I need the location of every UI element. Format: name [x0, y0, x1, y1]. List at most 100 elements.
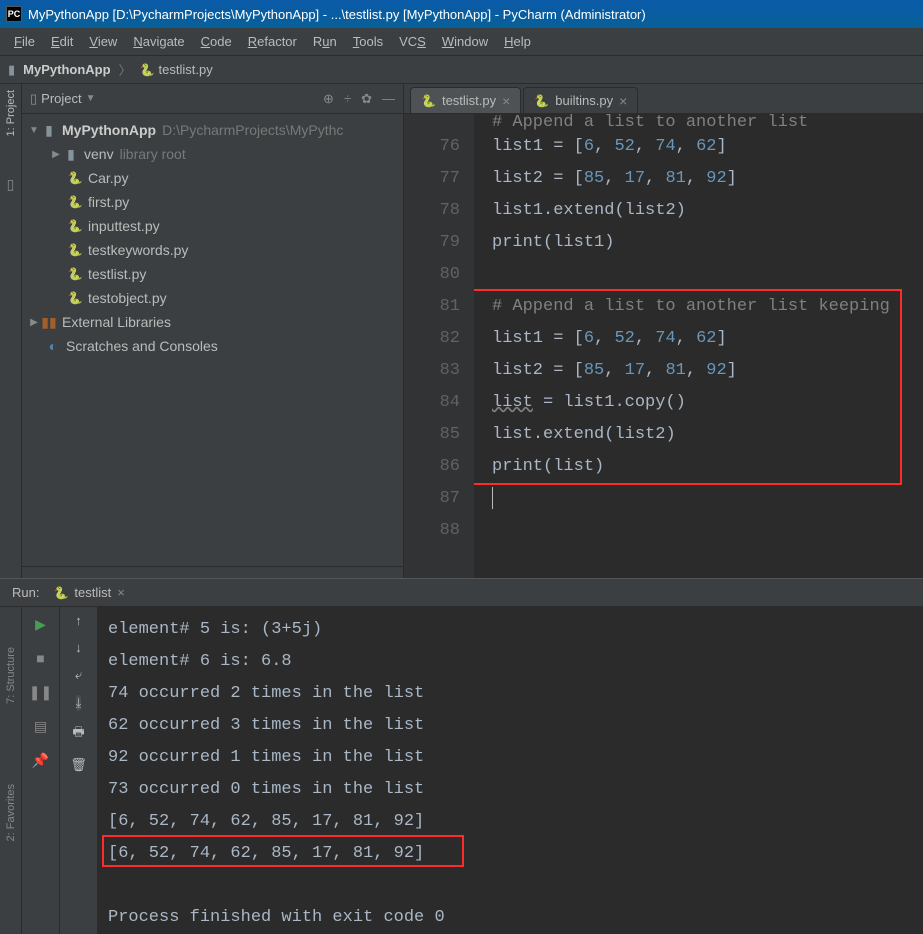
scratch-icon: ◐	[44, 338, 62, 354]
print-icon[interactable]: 🖶	[72, 723, 84, 745]
editor-tab-testlist[interactable]: 🐍 testlist.py ×	[410, 87, 521, 113]
project-view-title[interactable]: Project	[41, 91, 81, 106]
python-file-icon: 🐍	[66, 243, 84, 257]
console-line: 73 occurred 0 times in the list	[108, 773, 923, 805]
tree-root[interactable]: ▼ ▮ MyPythonApp D:\PycharmProjects\MyPyt…	[22, 118, 403, 142]
tree-file-label: first.py	[88, 194, 129, 210]
menu-navigate[interactable]: Navigate	[125, 30, 192, 53]
python-file-icon: 🐍	[66, 219, 84, 233]
chevron-right-icon[interactable]: ▶	[50, 149, 62, 160]
breadcrumb: ▮ MyPythonApp 〉 🐍 testlist.py	[0, 56, 923, 84]
console[interactable]: element# 5 is: (3+5j) element# 6 is: 6.8…	[98, 607, 923, 934]
tree-file[interactable]: 🐍testobject.py	[22, 286, 403, 310]
tree-file[interactable]: 🐍Car.py	[22, 166, 403, 190]
tree-venv[interactable]: ▶ ▮ venv library root	[22, 142, 403, 166]
left-toolwindow-tabs-bottom: 7: Structure 2: Favorites	[0, 607, 22, 934]
console-line: 62 occurred 3 times in the list	[108, 709, 923, 741]
pin-icon[interactable]: 📌	[30, 749, 52, 771]
tree-file-label: testkeywords.py	[88, 242, 188, 258]
folder-icon: ▮	[40, 122, 58, 139]
menu-run[interactable]: Run	[305, 30, 345, 53]
menu-tools[interactable]: Tools	[345, 30, 391, 53]
app-icon: PC	[6, 6, 22, 22]
horizontal-scrollbar[interactable]	[22, 566, 403, 578]
menu-view[interactable]: View	[81, 30, 125, 53]
tab-project[interactable]: 1: Project	[5, 90, 17, 136]
tree-file[interactable]: 🐍testlist.py	[22, 262, 403, 286]
project-view-icon: ▯	[30, 91, 37, 107]
window-titlebar: PC MyPythonApp [D:\PycharmProjects\MyPyt…	[0, 0, 923, 28]
tree-scratches[interactable]: ◐ Scratches and Consoles	[22, 334, 403, 358]
breadcrumb-project[interactable]: MyPythonApp	[23, 62, 110, 77]
menu-file[interactable]: File	[6, 30, 43, 53]
menu-code[interactable]: Code	[193, 30, 240, 53]
python-file-icon: 🐍	[534, 94, 549, 108]
project-pane-header: ▯ Project ▼ ⊕ ÷ ✿ —	[22, 84, 403, 114]
close-icon[interactable]: ×	[502, 93, 510, 109]
console-line: [6, 52, 74, 62, 85, 17, 81, 92]	[108, 837, 923, 869]
console-line: Process finished with exit code 0	[108, 901, 923, 933]
rerun-icon[interactable]: ▶	[30, 613, 52, 635]
gutter: 76777879 80818283 84858687 88	[404, 114, 474, 578]
code-editor[interactable]: 76777879 80818283 84858687 88 # Append a…	[404, 114, 923, 578]
gear-icon[interactable]: ✿	[361, 91, 372, 107]
python-file-icon: 🐍	[53, 586, 68, 600]
console-line: element# 5 is: (3+5j)	[108, 613, 923, 645]
menu-bar: File Edit View Navigate Code Refactor Ru…	[0, 28, 923, 56]
window-title: MyPythonApp [D:\PycharmProjects\MyPython…	[28, 7, 646, 22]
code-line: # Append a list to another list	[492, 114, 808, 132]
tree-file[interactable]: 🐍 testkeywords.py	[22, 238, 403, 262]
code-content[interactable]: # Append a list to another list list1 = …	[474, 114, 923, 578]
python-file-icon: 🐍	[140, 63, 155, 77]
chevron-down-icon[interactable]: ▼	[86, 93, 96, 104]
tree-scratches-label: Scratches and Consoles	[66, 338, 218, 354]
tree-external-libraries[interactable]: ▶ ▮▮ External Libraries	[22, 310, 403, 334]
tree-file-label: testlist.py	[88, 266, 146, 282]
run-tab[interactable]: 🐍 testlist ×	[53, 585, 124, 600]
run-body: 7: Structure 2: Favorites ▶ ■ ❚❚ ▤ 📌 ↑ ↓…	[0, 607, 923, 934]
stop-icon[interactable]: ■	[30, 647, 52, 669]
tree-ext-label: External Libraries	[62, 314, 171, 330]
run-label: Run:	[12, 585, 39, 600]
tree-file-label: Car.py	[88, 170, 128, 186]
tree-venv-label: venv	[84, 146, 114, 162]
chevron-down-icon[interactable]: ▼	[28, 125, 40, 136]
up-icon[interactable]: ↑	[75, 613, 82, 628]
console-line: element# 6 is: 6.8	[108, 645, 923, 677]
folder-tool-icon[interactable]: ▯	[7, 176, 15, 193]
editor-tab-builtins[interactable]: 🐍 builtins.py ×	[523, 87, 638, 113]
editor-tab-label: testlist.py	[442, 93, 496, 108]
menu-help[interactable]: Help	[496, 30, 539, 53]
close-icon[interactable]: ×	[619, 93, 627, 109]
layout-icon[interactable]: ▤	[30, 715, 52, 737]
close-icon[interactable]: ×	[117, 585, 125, 600]
run-panel: Run: 🐍 testlist × 7: Structure 2: Favori…	[0, 578, 923, 934]
trash-icon[interactable]: 🗑	[70, 757, 87, 773]
editor-area: 🐍 testlist.py × 🐍 builtins.py × 76777879…	[404, 84, 923, 578]
folder-icon: ▮	[62, 146, 80, 163]
run-toolbar-outer: ▶ ■ ❚❚ ▤ 📌	[22, 607, 60, 934]
scroll-to-end-icon[interactable]: ⤓	[76, 695, 82, 711]
tab-favorites[interactable]: 2: Favorites	[5, 784, 17, 841]
main-split: 1: Project ▯ ▯ Project ▼ ⊕ ÷ ✿ — ▼ ▮ MyP…	[0, 84, 923, 578]
chevron-right-icon[interactable]: ▶	[28, 317, 40, 328]
menu-edit[interactable]: Edit	[43, 30, 81, 53]
tree-venv-suffix: library root	[120, 146, 186, 162]
menu-window[interactable]: Window	[434, 30, 496, 53]
tree-file[interactable]: 🐍first.py	[22, 190, 403, 214]
menu-refactor[interactable]: Refactor	[240, 30, 305, 53]
down-icon[interactable]: ↓	[75, 640, 82, 655]
breadcrumb-file[interactable]: testlist.py	[159, 62, 213, 77]
target-icon[interactable]: ⊕	[323, 91, 334, 107]
collapse-icon[interactable]: ÷	[344, 91, 351, 107]
run-header: Run: 🐍 testlist ×	[0, 579, 923, 607]
project-tree[interactable]: ▼ ▮ MyPythonApp D:\PycharmProjects\MyPyt…	[22, 114, 403, 362]
softwrap-icon[interactable]: ⤶	[75, 667, 82, 683]
tree-root-label: MyPythonApp	[62, 122, 156, 138]
menu-vcs[interactable]: VCS	[391, 30, 434, 53]
tree-file[interactable]: 🐍inputtest.py	[22, 214, 403, 238]
pause-icon[interactable]: ❚❚	[30, 681, 52, 703]
hide-icon[interactable]: —	[382, 91, 395, 107]
project-pane: ▯ Project ▼ ⊕ ÷ ✿ — ▼ ▮ MyPythonApp D:\P…	[22, 84, 404, 578]
tab-structure[interactable]: 7: Structure	[5, 647, 17, 704]
